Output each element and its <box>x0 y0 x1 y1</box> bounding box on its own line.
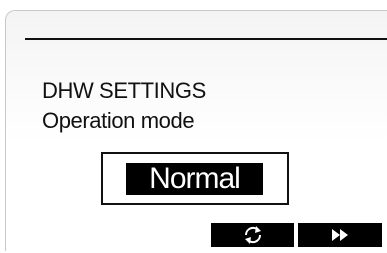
frame-corner-mark <box>5 245 6 251</box>
lcd-screen: DHW SETTINGS Operation mode Normal <box>0 0 387 253</box>
value-selector[interactable]: Normal <box>101 152 289 205</box>
selected-value[interactable]: Normal <box>126 163 263 195</box>
fast-forward-icon <box>330 228 350 242</box>
next-button[interactable] <box>298 223 382 247</box>
change-value-button[interactable] <box>211 223 294 247</box>
cycle-arrows-icon <box>242 226 264 244</box>
header-divider <box>25 38 387 40</box>
setting-label: Operation mode <box>42 108 195 133</box>
page-title: DHW SETTINGS <box>42 78 206 103</box>
